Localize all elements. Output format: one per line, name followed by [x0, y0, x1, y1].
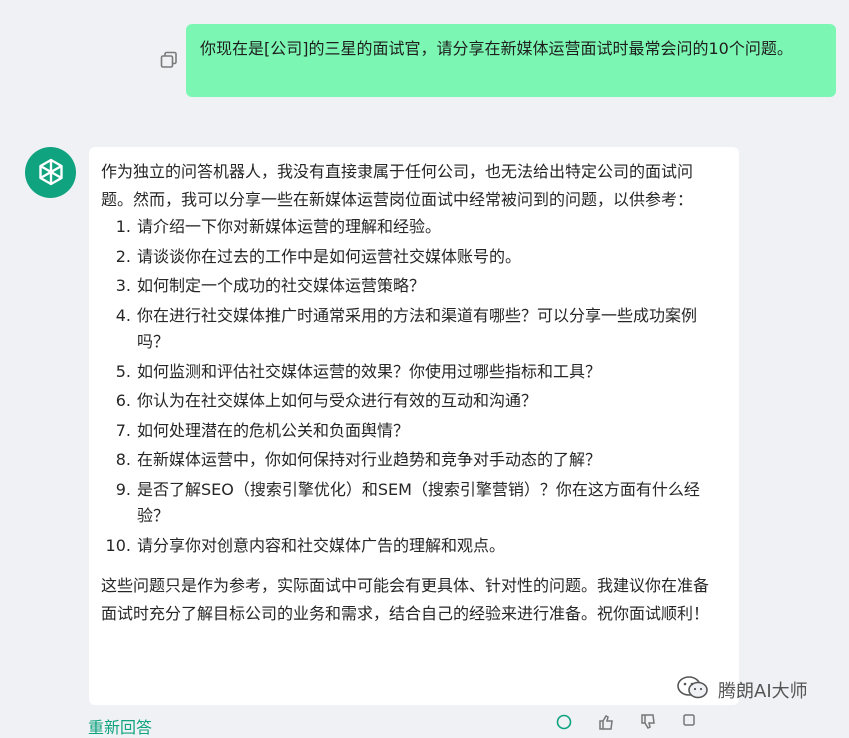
list-item-text: 请谈谈你在过去的工作中是如何运营社交媒体账号的。: [137, 246, 522, 266]
list-item: 6. 你认为在社交媒体上如何与受众进行有效的互动和沟通？: [101, 388, 719, 415]
question-list: 1. 请介绍一下你对新媒体运营的理解和经验。 2. 请谈谈你在过去的工作中是如何运营…: [101, 214, 719, 559]
list-item: 1. 请介绍一下你对新媒体运营的理解和经验。: [101, 214, 719, 241]
user-message-text: 你现在是[公司]的三星的面试官，请分享在新媒体运营面试时最常会问的10个问题。: [200, 39, 793, 58]
list-item-text: 你认为在社交媒体上如何与受众进行有效的互动和沟通？: [137, 391, 538, 410]
user-message-bubble: 你现在是[公司]的三星的面试官，请分享在新媒体运营面试时最常会问的10个问题。: [186, 24, 836, 97]
watermark: 腾朗AI大师: [676, 675, 808, 705]
chatgpt-logo-icon: [25, 147, 76, 198]
list-item: 5. 如何监测和评估社交媒体运营的效果？你使用过哪些指标和工具？: [101, 359, 719, 386]
user-message-row: 你现在是[公司]的三星的面试官，请分享在新媒体运营面试时最常会问的10个问题。: [0, 0, 849, 120]
list-item-text: 你在进行社交媒体推广时通常采用的方法和渠道有哪些？可以分享一些成功案例吗？: [137, 305, 698, 352]
list-item-text: 是否了解SEO（搜索引擎优化）和SEM（搜索引擎营销）？你在这方面有什么经验？: [137, 479, 700, 526]
assistant-intro: 作为独立的问答机器人，我没有直接隶属于任何公司，也无法给出特定公司的面试问题。然…: [101, 162, 694, 209]
list-item-text: 如何制定一个成功的社交媒体运营策略？: [137, 276, 426, 295]
list-item: 8. 在新媒体运营中，你如何保持对行业趋势和竞争对手动态的了解？: [101, 447, 719, 474]
list-item-number: 6.: [115, 391, 131, 410]
list-item-number: 8.: [115, 450, 131, 469]
list-item: 3. 如何制定一个成功的社交媒体运营策略？: [101, 273, 719, 300]
list-item-number: 4.: [115, 305, 131, 325]
list-item-text: 如何处理潜在的危机公关和负面舆情？: [137, 420, 410, 440]
list-item: 2. 请谈谈你在过去的工作中是如何运营社交媒体账号的。: [101, 244, 719, 271]
list-item-number: 7.: [115, 420, 131, 440]
list-item: 7. 如何处理潜在的危机公关和负面舆情？: [101, 418, 719, 445]
check-circle-icon[interactable]: [556, 714, 572, 730]
copy-icon[interactable]: [160, 51, 178, 69]
list-item: 4. 你在进行社交媒体推广时通常采用的方法和渠道有哪些？可以分享一些成功案例吗？: [101, 303, 719, 356]
thumbs-up-icon[interactable]: [598, 714, 614, 730]
regenerate-button[interactable]: 重新回答: [88, 714, 152, 738]
watermark-text: 腾朗AI大师: [718, 681, 808, 702]
assistant-message-bubble: 作为独立的问答机器人，我没有直接隶属于任何公司，也无法给出特定公司的面试问题。然…: [89, 147, 739, 705]
copy-icon[interactable]: [680, 714, 696, 730]
list-item-number: 2.: [115, 246, 131, 266]
wechat-icon: [676, 675, 710, 706]
list-item-text: 请介绍一下你对新媒体运营的理解和经验。: [137, 217, 442, 236]
list-item-text: 在新媒体运营中，你如何保持对行业趋势和竞争对手动态的了解？: [137, 450, 602, 469]
thumbs-down-icon[interactable]: [640, 714, 656, 730]
list-item-text: 请分享你对创意内容和社交媒体广告的理解和观点。: [137, 535, 506, 555]
list-item-number: 3.: [115, 276, 131, 295]
list-item-text: 如何监测和评估社交媒体运营的效果？你使用过哪些指标和工具？: [137, 361, 602, 381]
list-item-number: 5.: [115, 361, 131, 381]
list-item-number: 1.: [115, 217, 131, 236]
list-item-number: 10.: [105, 535, 131, 555]
assistant-outro: 这些问题只是作为参考，实际面试中可能会有更具体、针对性的问题。我建议你在准备面试…: [101, 576, 710, 623]
list-item: 9. 是否了解SEO（搜索引擎优化）和SEM（搜索引擎营销）？你在这方面有什么经验…: [101, 477, 719, 530]
list-item-number: 9.: [115, 479, 131, 499]
list-item: 10. 请分享你对创意内容和社交媒体广告的理解和观点。: [101, 533, 719, 560]
